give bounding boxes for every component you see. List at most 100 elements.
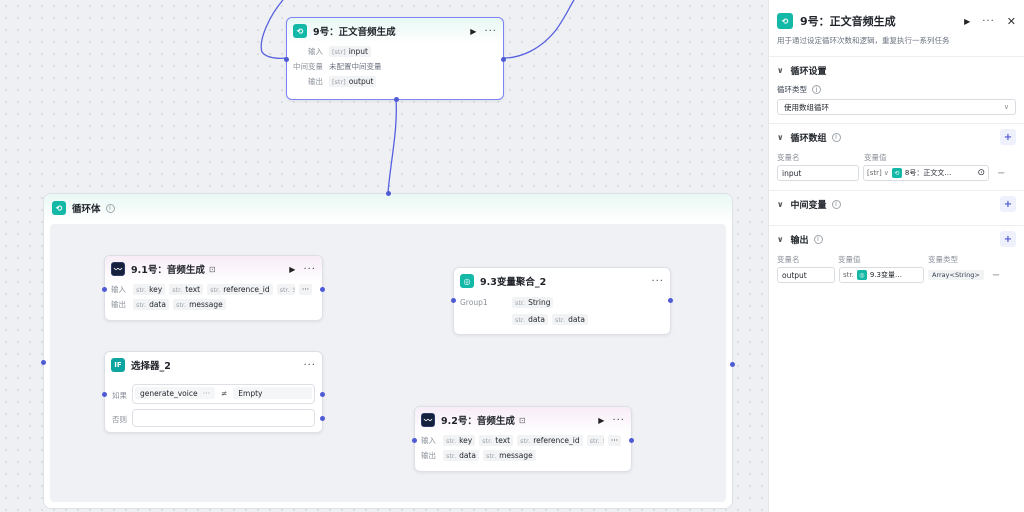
port-in[interactable] [102, 392, 107, 397]
node-row-input: 输入 str. key str. text str. reference_id str… [415, 433, 631, 448]
info-icon[interactable]: i [812, 85, 821, 94]
run-icon[interactable]: ▶ [470, 27, 476, 36]
node-row-input: 输入 str. key str. text str. reference_id str… [105, 282, 322, 297]
port-in[interactable] [102, 287, 107, 292]
port-out-else[interactable] [320, 416, 325, 421]
panel-title: 9号：正文音频生成 [800, 15, 896, 28]
loop-body-title: 循环体 [72, 204, 101, 215]
edge-top-left-in [260, 0, 287, 59]
loop-icon: ⟲ [293, 24, 307, 38]
audio-plugin-icon: 〰 [111, 262, 125, 276]
loop-type-select[interactable]: 使用数组循环 ∨ [777, 99, 1016, 115]
node-config-panel: ⟲ 9号：正文音频生成 ▶ ··· ✕ 用于通过设定循环次数和逻辑，重复执行一系… [768, 0, 1024, 512]
run-icon[interactable]: ▶ [289, 265, 295, 274]
node-row-output: 输出 str. data str. message [415, 448, 631, 463]
audio-node-9-2[interactable]: 〰 9.2号：音频生成 ⊡ ▶ ··· 输入 str. key str. text … [412, 406, 634, 472]
section-output: ∨ 输出 i + 变量名 变量值 变量类型 output str. ◎ 9.3变… [769, 225, 1024, 292]
edge-top-right-out [503, 0, 575, 59]
aggregate-icon: ◎ [460, 274, 474, 288]
edge-top-to-loop [387, 99, 397, 194]
loop-node-9[interactable]: ⟲ 9号：正文音频生成 ▶ ··· 输入 [str] input 中间变量 未配置… [284, 17, 506, 102]
panel-description: 用于通过设定循环次数和逻辑，重复执行一系列任务 [777, 36, 950, 45]
port-in[interactable] [451, 298, 456, 303]
chevron-down-icon[interactable]: ∨ [777, 133, 784, 142]
workflow-canvas[interactable]: ⟲ 9号：正文音频生成 ▶ ··· 输入 [str] input 中间变量 未配置… [0, 0, 768, 512]
batch-icon: ⊡ [208, 264, 216, 274]
output-name-input[interactable]: output [777, 267, 835, 283]
add-button[interactable]: + [1000, 129, 1016, 145]
more-icon[interactable]: ··· [651, 276, 664, 287]
node-row-input: 输入 [str] input [287, 44, 503, 59]
selector-node-2[interactable]: IF 选择器_2 ··· 如果 generate_voice ··· ≠ Empt… [102, 351, 325, 433]
loop-body-port-in[interactable] [41, 360, 46, 365]
remove-icon[interactable]: − [997, 168, 1005, 179]
loop-array-row: input [str] ∨ ⟲ 8号：正文文… ⊙ − [777, 164, 1016, 182]
section-mid-vars: ∨ 中间变量 i + [769, 190, 1024, 225]
port-out[interactable] [668, 298, 673, 303]
port-out[interactable] [629, 438, 634, 443]
if-icon: IF [111, 358, 125, 372]
port-out-if[interactable] [320, 392, 325, 397]
node-header: 〰 9.1号：音频生成 ⊡ ▶ ··· [105, 256, 322, 282]
condition-box[interactable]: generate_voice ··· ≠ Empty [132, 384, 315, 404]
node-header: ◎ 9.3变量聚合_2 ··· [454, 268, 670, 294]
audio-plugin-icon: 〰 [421, 413, 435, 427]
condition-left-var[interactable]: generate_voice ··· [135, 387, 215, 399]
output-value-ref[interactable]: str. ◎ 9.3变量… [839, 267, 924, 283]
chevron-down-icon: ∨ [1003, 103, 1009, 111]
output-row: output str. ◎ 9.3变量… Array<String> − [777, 266, 1016, 284]
loop-icon: ⟲ [52, 201, 66, 215]
info-icon[interactable]: i [831, 132, 841, 142]
remove-icon[interactable]: − [992, 270, 1000, 281]
info-icon[interactable]: i [813, 234, 823, 244]
more-inputs-icon[interactable]: ··· [298, 284, 312, 295]
chevron-down-icon[interactable]: ∨ [777, 235, 784, 244]
node-header: IF 选择器_2 ··· [105, 352, 322, 378]
batch-icon: ⊡ [518, 415, 526, 425]
loop-node-icon: ⟲ [891, 168, 902, 178]
aggregate-node-icon: ◎ [856, 270, 867, 280]
add-button[interactable]: + [1000, 231, 1016, 247]
audio-node-9-1[interactable]: 〰 9.1号：音频生成 ⊡ ▶ ··· 输入 str. key str. text … [102, 255, 325, 321]
chevron-down-icon[interactable]: ∨ [777, 66, 784, 75]
panel-header: ⟲ 9号：正文音频生成 ▶ ··· ✕ [769, 8, 1024, 34]
run-icon[interactable]: ▶ [964, 17, 970, 26]
port-out[interactable] [501, 57, 506, 62]
port-in[interactable] [284, 57, 289, 62]
node-header: ⟲ 9号：正文音频生成 ▶ ··· [287, 18, 503, 44]
more-icon[interactable]: ··· [612, 415, 625, 426]
var-value-ref[interactable]: [str] ∨ ⟲ 8号：正文文… ⊙ [863, 165, 989, 181]
port-in[interactable] [412, 438, 417, 443]
section-loop-settings: ∨ 循环设置 循环类型 i 使用数组循环 ∨ [769, 56, 1024, 123]
clear-icon[interactable]: ⊙ [977, 168, 985, 178]
run-icon[interactable]: ▶ [598, 416, 604, 425]
info-icon[interactable]: i [105, 203, 115, 213]
port-out[interactable] [320, 287, 325, 292]
port-bottom[interactable] [394, 97, 399, 102]
add-button[interactable]: + [1000, 196, 1016, 212]
aggregate-node-9-3[interactable]: ◎ 9.3变量聚合_2 ··· Group1 str. String str. da… [451, 267, 673, 335]
output-type: Array<String> [928, 270, 984, 280]
info-icon[interactable]: i [831, 199, 841, 209]
group-items-row: str. data str. data [454, 311, 670, 328]
section-loop-array: ∨ 循环数组 i + 变量名 变量值 input [str] ∨ ⟲ 8号：正文… [769, 123, 1024, 190]
loop-body-header: ⟲ 循环体 i [44, 194, 732, 222]
node-title: 9号：正文音频生成 [313, 27, 396, 38]
node-row-output: 输出 str. data str. message [105, 297, 322, 312]
node-header: 〰 9.2号：音频生成 ⊡ ▶ ··· [415, 407, 631, 433]
condition-operator[interactable]: ≠ [221, 389, 227, 398]
node-row-output: 输出 [str] output [287, 74, 503, 89]
more-inputs-icon[interactable]: ··· [607, 435, 621, 446]
condition-right-value[interactable]: Empty [233, 387, 312, 399]
more-icon[interactable]: ··· [484, 26, 497, 37]
else-box[interactable] [132, 409, 315, 427]
more-icon[interactable]: ··· [982, 16, 995, 27]
var-name-input[interactable]: input [777, 165, 859, 181]
more-icon[interactable]: ··· [303, 264, 316, 275]
loop-body-port-out[interactable] [730, 362, 735, 367]
loop-icon: ⟲ [777, 13, 793, 29]
loop-body-port-top[interactable] [386, 191, 391, 196]
close-icon[interactable]: ✕ [1007, 15, 1016, 28]
more-icon[interactable]: ··· [303, 360, 316, 371]
chevron-down-icon[interactable]: ∨ [777, 200, 784, 209]
